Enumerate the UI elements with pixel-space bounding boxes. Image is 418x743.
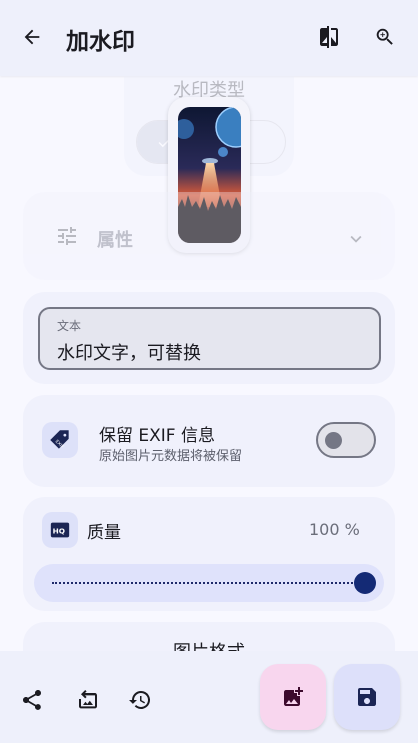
quality-value: 100 % xyxy=(309,520,360,539)
page-title: 加水印 xyxy=(66,29,135,55)
add-image-button[interactable] xyxy=(260,664,326,730)
exif-card[interactable]: EXIF 保留 EXIF 信息 原始图片元数据将被保留 xyxy=(23,395,395,487)
exif-icon-box: EXIF xyxy=(42,422,78,458)
exif-subtitle: 原始图片元数据将被保留 xyxy=(99,449,243,464)
zoom-button[interactable] xyxy=(367,19,403,55)
exif-tag-icon: EXIF xyxy=(50,430,69,450)
text-field-value[interactable]: 水印文字，可替换 xyxy=(57,339,201,365)
quality-card: HQ 质量 100 % xyxy=(23,497,395,611)
svg-text:HQ: HQ xyxy=(53,527,65,536)
compare-icon xyxy=(320,26,338,48)
zoom-icon xyxy=(376,28,393,45)
compare-button[interactable] xyxy=(311,19,347,55)
watermark-text-field[interactable]: 文本 水印文字，可替换 xyxy=(38,307,381,370)
properties-card[interactable]: 属性 xyxy=(23,192,395,280)
quality-icon-box: HQ xyxy=(42,512,78,548)
bottom-app-bar xyxy=(0,651,418,743)
save-icon xyxy=(358,688,376,706)
save-button[interactable] xyxy=(334,664,400,730)
quality-label: 质量 xyxy=(87,523,121,543)
properties-icon-box xyxy=(55,224,79,252)
tune-icon xyxy=(58,227,76,245)
top-app-bar: 加水印 xyxy=(0,0,418,76)
quality-slider-thumb[interactable] xyxy=(354,572,376,594)
properties-label: 属性 xyxy=(97,230,133,251)
history-button[interactable] xyxy=(122,682,158,718)
share-icon xyxy=(23,690,41,710)
add-image-icon xyxy=(284,687,303,706)
share-button[interactable] xyxy=(14,682,50,718)
text-field-label: 文本 xyxy=(57,319,82,333)
exif-title: 保留 EXIF 信息 xyxy=(99,426,215,446)
exif-toggle-knob xyxy=(325,432,342,449)
text-card: 文本 水印文字，可替换 xyxy=(23,292,395,384)
back-arrow-icon xyxy=(24,29,40,45)
hq-icon: HQ xyxy=(50,522,70,538)
properties-expand[interactable] xyxy=(345,228,367,254)
chevron-down-icon xyxy=(350,235,362,243)
exif-toggle[interactable] xyxy=(316,422,376,458)
quality-slider[interactable] xyxy=(34,564,384,602)
image-reset-icon xyxy=(79,690,97,709)
reset-image-button[interactable] xyxy=(70,682,106,718)
history-icon xyxy=(129,690,151,709)
back-button[interactable] xyxy=(14,19,50,55)
quality-slider-track xyxy=(52,582,364,584)
